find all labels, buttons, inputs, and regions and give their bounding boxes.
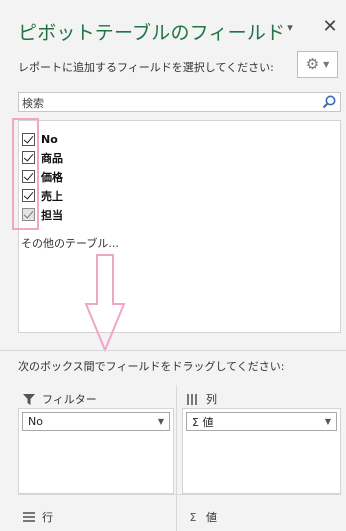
field-list: No 商品 価格 売上 担当 その他のテーブル... bbox=[18, 120, 341, 333]
columns-field-chip-label: Σ 値 bbox=[192, 415, 214, 429]
field-label-no: No bbox=[41, 133, 58, 146]
search-placeholder: 検索 bbox=[22, 97, 44, 110]
chevron-down-icon[interactable]: ▼ bbox=[325, 417, 331, 426]
areas-vertical-divider bbox=[176, 385, 177, 531]
field-checkbox-rep[interactable] bbox=[22, 208, 35, 221]
filters-area-header: フィルター bbox=[22, 391, 97, 407]
columns-field-chip[interactable]: Σ 値 ▼ bbox=[186, 412, 337, 431]
chevron-down-icon[interactable]: ▼ bbox=[158, 417, 164, 426]
columns-area-header: 列 bbox=[186, 391, 217, 407]
gear-icon: ⚙ bbox=[305, 55, 320, 73]
rows-area-label: 行 bbox=[42, 511, 53, 524]
columns-drop-area[interactable]: Σ 値 ▼ bbox=[182, 408, 341, 494]
field-item-sales[interactable]: 売上 bbox=[19, 187, 63, 204]
field-label-rep: 担当 bbox=[41, 208, 63, 222]
chevron-down-icon: ▼ bbox=[323, 60, 330, 69]
field-checkbox-sales[interactable] bbox=[22, 189, 35, 202]
filters-drop-area[interactable]: No ▼ bbox=[18, 408, 174, 494]
filters-field-chip-label: No bbox=[28, 415, 43, 428]
sigma-icon: Σ bbox=[189, 510, 197, 524]
close-icon[interactable]: ✕ bbox=[321, 16, 339, 37]
pane-title: ピボットテーブルのフィールド bbox=[18, 22, 286, 44]
field-item-price[interactable]: 価格 bbox=[19, 168, 63, 185]
layout-settings-button[interactable]: ⚙ ▼ bbox=[297, 51, 338, 78]
choose-fields-instruction: レポートに追加するフィールドを選択してください: bbox=[18, 61, 274, 74]
columns-icon bbox=[186, 393, 200, 405]
pivot-field-list-pane: ピボットテーブルのフィールド ▾ ✕ レポートに追加するフィールドを選択してくだ… bbox=[0, 0, 346, 531]
field-item-rep[interactable]: 担当 bbox=[19, 206, 63, 223]
field-item-product[interactable]: 商品 bbox=[19, 149, 63, 166]
field-label-product: 商品 bbox=[41, 151, 63, 165]
field-search-input[interactable]: 検索 bbox=[18, 92, 341, 112]
values-area-label: 値 bbox=[206, 511, 217, 524]
task-pane-options-icon[interactable]: ▾ bbox=[283, 20, 297, 34]
rows-area-header: 行 bbox=[22, 509, 53, 525]
drag-fields-instruction: 次のボックス間でフィールドをドラッグしてください: bbox=[18, 360, 285, 373]
values-area-header: Σ 値 bbox=[186, 509, 217, 525]
field-label-sales: 売上 bbox=[41, 189, 63, 203]
field-label-price: 価格 bbox=[41, 170, 63, 184]
field-checkbox-no[interactable] bbox=[22, 133, 35, 146]
columns-area-label: 列 bbox=[206, 393, 217, 406]
field-checkbox-price[interactable] bbox=[22, 170, 35, 183]
filters-field-chip[interactable]: No ▼ bbox=[22, 412, 170, 431]
areas-horizontal-divider bbox=[18, 494, 341, 495]
rows-icon bbox=[22, 511, 36, 523]
search-icon[interactable] bbox=[321, 94, 337, 110]
more-tables-link[interactable]: その他のテーブル... bbox=[21, 235, 119, 251]
field-item-no[interactable]: No bbox=[19, 131, 58, 148]
section-divider bbox=[0, 350, 346, 351]
filters-area-label: フィルター bbox=[42, 393, 97, 406]
field-checkbox-product[interactable] bbox=[22, 151, 35, 164]
filter-icon bbox=[22, 393, 36, 405]
